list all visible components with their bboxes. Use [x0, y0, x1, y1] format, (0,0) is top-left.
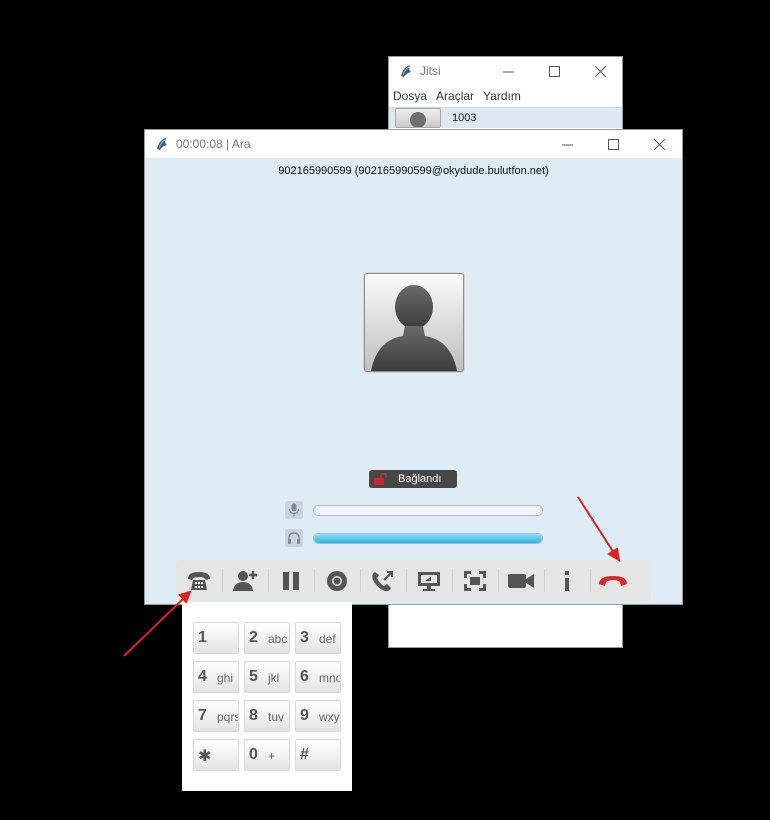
annotation-arrows	[123, 496, 621, 657]
arrow-to-hangup	[577, 496, 615, 554]
arrowhead-hangup	[607, 547, 621, 562]
arrow-to-dialpad	[123, 597, 185, 657]
